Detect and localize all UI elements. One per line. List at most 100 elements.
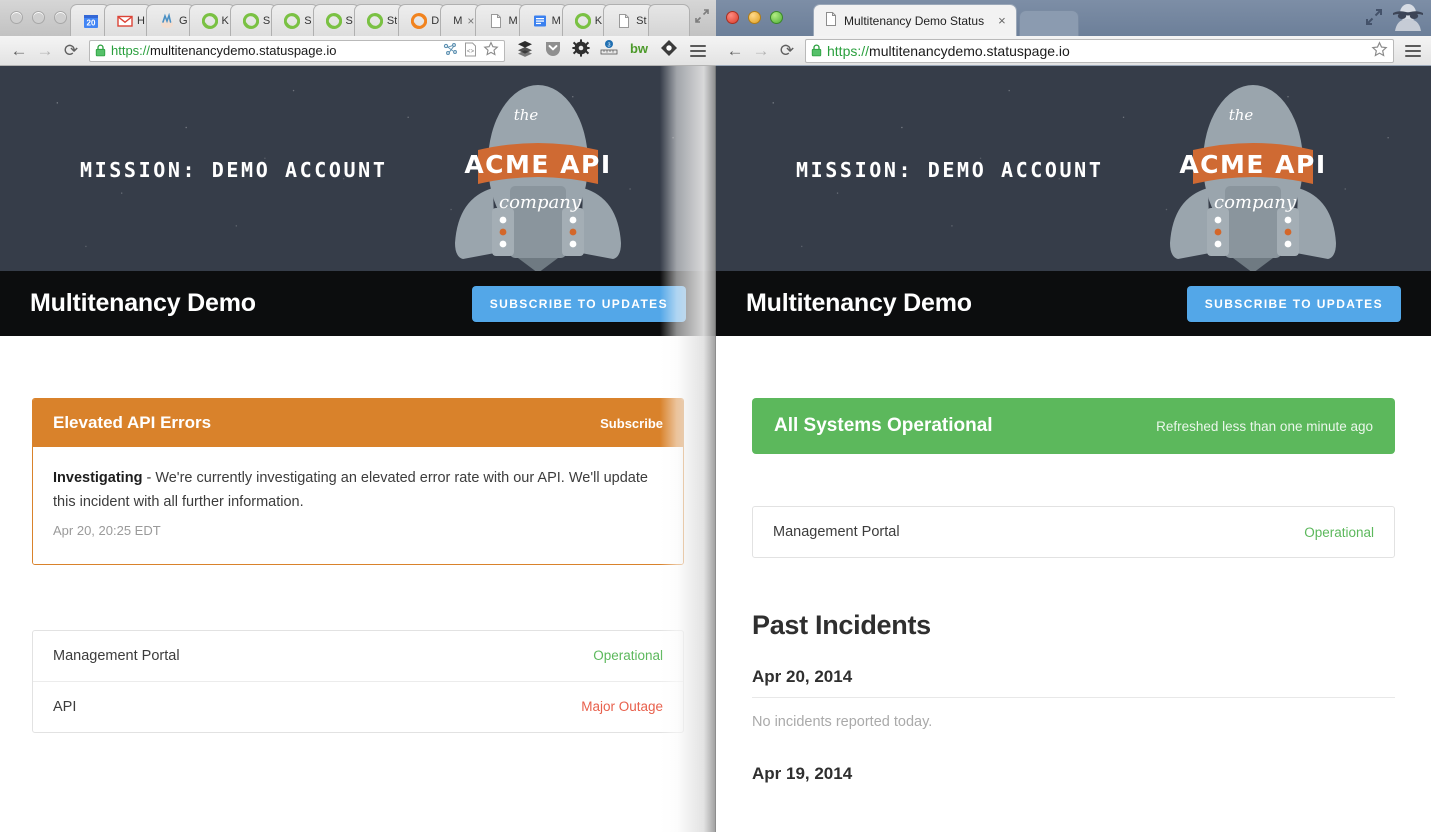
tab-statuspage-s2[interactable]: S [271,4,319,36]
browser-window-left[interactable]: 20 H G K S S S St D M × M M K St ← → ⟳ h… [0,0,716,832]
incident-body: Investigating - We're currently investig… [33,447,683,564]
incident-timestamp: Apr 20, 20:25 EDT [53,522,161,538]
main-content-left: Elevated API Errors Subscribe Investigat… [0,398,716,733]
tab-list-right[interactable]: Multitenancy Demo Status × [813,4,1079,36]
component-row[interactable]: API Major Outage [33,682,683,732]
close-window-button[interactable] [10,11,23,24]
bookmark-star-icon[interactable] [483,41,499,60]
component-status: Operational [1304,524,1374,540]
logo-bottom-text: company [1214,192,1297,213]
page-title: Multitenancy Demo [746,289,972,317]
maximize-icon[interactable] [693,7,711,30]
statuspage-orange-icon [411,12,428,29]
back-button[interactable]: ← [722,38,748,64]
bitwarden-icon[interactable]: bw [628,40,650,61]
tab-hand[interactable]: G [145,4,195,36]
component-status: Major Outage [581,699,663,715]
window-traffic-lights-right[interactable] [726,11,783,24]
browser-window-right[interactable]: Multitenancy Demo Status × ← → ⟳ https:/… [716,0,1431,832]
maximize-icon[interactable] [1363,6,1385,28]
reload-button[interactable]: ⟳ [58,38,84,64]
component-row[interactable]: Management Portal Operational [753,507,1394,557]
back-button[interactable]: ← [6,38,32,64]
rocket-logo: ACME API the company [1163,68,1343,271]
incognito-icon[interactable] [1391,2,1425,32]
url-text: https://multitenancydemo.statuspage.io [827,43,1070,59]
minimize-window-button[interactable] [748,11,761,24]
subscribe-to-updates-button[interactable]: SUBSCRIBE TO UPDATES [471,285,686,322]
tab-statuspage-k2[interactable]: K [561,4,610,36]
zoom-window-button[interactable] [54,11,67,24]
tab-label: G [178,14,188,27]
browser-toolbar-right: ← → ⟳ https://multitenancydemo.statuspag… [716,36,1431,66]
tab-multitenancy-demo-status[interactable]: Multitenancy Demo Status × [813,4,1017,36]
subscribe-to-updates-button[interactable]: SUBSCRIBE TO UPDATES [1186,285,1401,322]
incident-status-word: Investigating [53,470,143,486]
gear-icon[interactable] [572,39,590,62]
document-icon [488,13,504,29]
tab-list-left[interactable]: 20 H G K S S S St D M × M M K St [70,4,690,36]
past-incident-date: Apr 20, 2014 [752,667,1395,698]
minimize-window-button[interactable] [32,11,45,24]
window-traffic-lights-left[interactable] [10,11,67,24]
mission-text: MISSION: DEMO ACCOUNT [80,158,388,182]
tab-empty[interactable] [647,4,690,36]
component-row[interactable]: Management Portal Operational [33,631,683,682]
tab-strip-left: 20 H G K S S S St D M × M M K St [0,0,716,36]
new-tab-button[interactable] [1018,10,1079,36]
tab-label: K [221,14,229,27]
reload-button[interactable]: ⟳ [774,38,800,64]
close-icon[interactable]: × [998,13,1006,28]
tab-document-2[interactable]: St [603,4,654,36]
mindmap-icon[interactable] [443,42,458,60]
statuspage-icon [325,12,342,29]
address-bar-right[interactable]: https://multitenancydemo.statuspage.io [805,38,1394,63]
hand-icon [159,12,175,29]
close-icon[interactable]: × [467,14,474,28]
tab-label: St [386,14,398,27]
svg-text:20: 20 [87,18,96,27]
statuspage-icon [574,12,591,29]
tab-label: S [304,14,312,27]
tab-title: Multitenancy Demo Status [844,13,985,28]
statuspage-icon [366,12,384,29]
url-scheme: https:// [111,43,151,58]
lock-icon [811,44,822,57]
tab-document-1[interactable]: M [475,4,525,36]
tab-statuspage-s3[interactable]: S [312,4,360,36]
tab-label: M [551,14,561,27]
pocket-icon[interactable] [544,39,562,62]
chrome-menu-icon[interactable] [690,44,706,57]
ruler-icon[interactable]: 3 [600,39,618,62]
tab-gmail[interactable]: H [104,4,152,36]
diamond-icon[interactable] [660,39,678,62]
forward-button[interactable]: → [748,38,774,64]
address-bar-left[interactable]: https://multitenancydemo.statuspage.io <… [89,39,505,62]
incident-title: Elevated API Errors [53,413,212,432]
omnibox-icons [1363,40,1388,61]
page-content-left: MISSION: DEMO ACCOUNT ACME API the compa… [0,66,716,832]
zoom-window-button[interactable] [770,11,783,24]
bookmark-star-icon[interactable] [1371,40,1388,61]
tab-statuspage-st[interactable]: St [353,4,405,36]
chrome-menu-icon[interactable] [1405,44,1421,57]
tab-statuspage-demo[interactable]: D [398,4,447,36]
tab-statuspage-k[interactable]: K [188,4,236,36]
buffer-icon[interactable] [516,39,534,62]
tab-statuspage-s1[interactable]: S [229,4,278,36]
tab-google-docs[interactable]: M [518,4,568,36]
components-list-right: Management Portal Operational [752,506,1395,558]
statuspage-icon [284,12,301,29]
code-page-icon[interactable]: <> [464,42,477,60]
forward-button[interactable]: → [32,38,58,64]
omnibox-icons: <> [435,41,499,60]
tab-label: S [345,14,353,27]
incident-subscribe-link[interactable]: Subscribe [600,416,663,431]
close-window-button[interactable] [726,11,739,24]
desktop-screen: 20 H G K S S S St D M × M M K St ← → ⟳ h… [0,0,1431,832]
status-banner: All Systems Operational Refreshed less t… [752,398,1395,454]
url-host: multitenancydemo.statuspage.io [150,43,337,58]
rocket-logo: ACME API the company [448,68,628,271]
statuspage-icon [201,12,218,29]
url-scheme: https:// [827,42,870,59]
